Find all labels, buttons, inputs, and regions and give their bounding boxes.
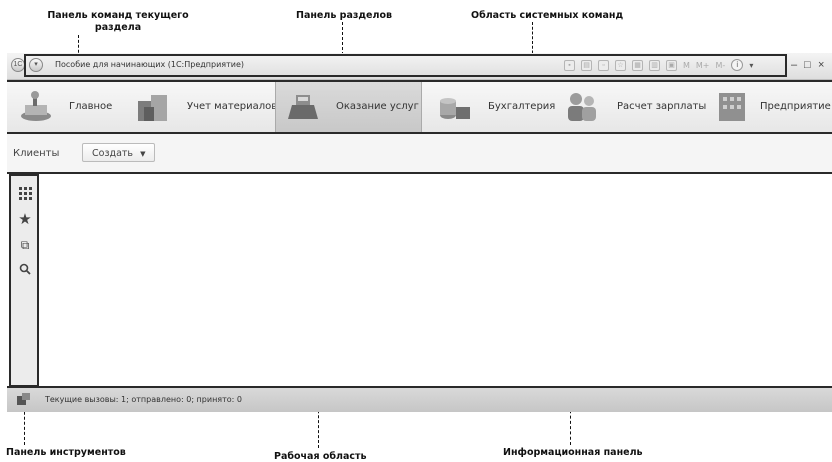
section-label: Главное — [69, 101, 113, 112]
chevron-down-icon[interactable]: ▾ — [749, 61, 753, 70]
info-text: Текущие вызовы: 1; отправлено: 0; принят… — [45, 395, 242, 404]
section-label: Предприятие — [760, 101, 831, 112]
history-icon[interactable]: ⧉ — [16, 236, 34, 254]
annotation-sections-panel: Панель разделов — [296, 10, 392, 21]
people-icon — [568, 93, 596, 121]
app-window: 1С ▾ Пособие для начинающих (1С:Предприя… — [7, 53, 832, 412]
search-icon[interactable] — [16, 260, 34, 278]
info-icon[interactable]: i — [731, 59, 744, 71]
annotation-system-commands: Область системных команд — [471, 10, 624, 21]
tools-panel: ★ ⧉ — [9, 174, 39, 387]
annotation-info-panel: Информационная панель — [503, 447, 643, 458]
sections-panel: Главное Учет материалов Оказание услуг Б… — [7, 80, 832, 134]
section-label: Расчет зарплаты — [617, 101, 707, 112]
preview-icon[interactable]: ▫ — [598, 59, 609, 71]
section-label: Оказание услуг — [336, 101, 419, 112]
section-enterprise[interactable]: Предприятие — [705, 82, 832, 132]
system-command-buttons: ▪ ▤ ▫ ☆ ▦ ▥ ▣ M M+ M- i ▾ — [564, 59, 753, 71]
title-bar: 1С ▾ Пособие для начинающих (1С:Предприя… — [7, 53, 832, 80]
section-services[interactable]: Оказание услуг — [275, 82, 422, 132]
memory-button[interactable]: M — [683, 61, 690, 70]
info-panel: Текущие вызовы: 1; отправлено: 0; принят… — [7, 386, 832, 412]
main-icon — [21, 91, 51, 121]
app-logo-icon[interactable]: 1С — [11, 58, 25, 72]
section-materials[interactable]: Учет материалов — [132, 82, 278, 132]
minimize-button[interactable]: – — [791, 59, 797, 71]
annotation-work-area: Рабочая область — [274, 451, 367, 462]
window-title: Пособие для начинающих (1С:Предприятие) — [55, 60, 244, 69]
calendar-icon[interactable]: ▣ — [666, 59, 677, 71]
chevron-down-icon: ▼ — [140, 150, 146, 158]
print-icon[interactable]: ▤ — [581, 59, 592, 71]
save-icon[interactable]: ▪ — [564, 59, 575, 71]
connection-icon[interactable] — [17, 393, 30, 406]
clients-link[interactable]: Клиенты — [13, 148, 59, 159]
apps-grid-icon[interactable] — [16, 184, 34, 202]
building-icon — [719, 93, 745, 121]
section-accounting[interactable]: Бухгалтерия — [420, 82, 555, 132]
cash-register-icon — [288, 95, 318, 119]
memory-minus-button[interactable]: M- — [716, 61, 726, 70]
section-payroll[interactable]: Расчет зарплаты — [555, 82, 707, 132]
annotation-tools-panel: Панель инструментов — [6, 447, 126, 458]
work-area[interactable] — [40, 174, 832, 386]
maximize-button[interactable]: □ — [804, 59, 811, 71]
accounting-icon — [440, 98, 470, 119]
star-icon[interactable]: ★ — [16, 210, 34, 228]
section-main[interactable]: Главное — [7, 82, 132, 132]
section-label: Учет материалов — [187, 101, 278, 112]
annotation-command-panel: Панель команд текущего раздела — [47, 10, 189, 33]
create-button[interactable]: Создать ▼ — [82, 143, 156, 162]
create-button-label: Создать — [92, 148, 134, 159]
close-button[interactable]: × — [818, 59, 824, 71]
main-menu-icon[interactable]: ▾ — [29, 58, 43, 72]
command-panel: Клиенты Создать ▼ — [7, 134, 832, 174]
favorites-icon[interactable]: ☆ — [615, 59, 626, 71]
materials-icon — [138, 95, 167, 121]
link-icon[interactable]: ▦ — [632, 59, 643, 71]
calculator-icon[interactable]: ▥ — [649, 59, 660, 71]
memory-plus-button[interactable]: M+ — [696, 61, 710, 70]
section-label: Бухгалтерия — [488, 101, 556, 112]
